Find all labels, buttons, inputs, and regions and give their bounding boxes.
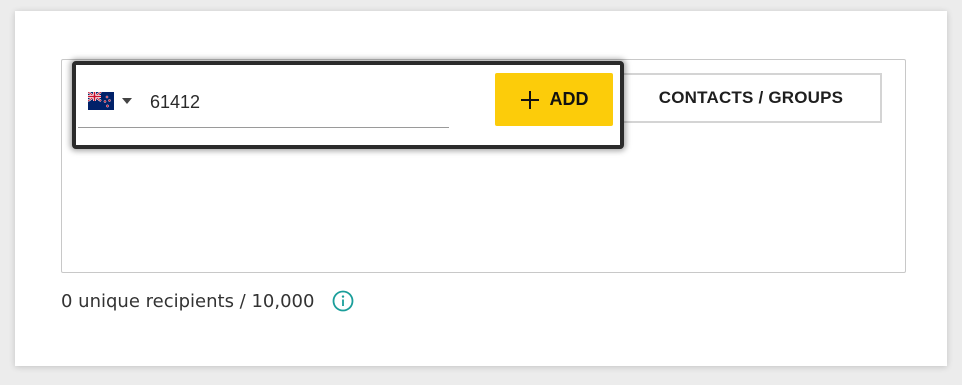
add-button[interactable]: ADD xyxy=(495,73,613,126)
recipient-count-text: 0 unique recipients / 10,000 xyxy=(61,290,315,312)
contacts-groups-button[interactable]: CONTACTS / GROUPS xyxy=(620,73,882,123)
phone-input-underline xyxy=(78,127,449,128)
chevron-down-icon xyxy=(122,98,132,104)
new-zealand-flag-icon xyxy=(88,92,114,110)
recipient-counter: 0 unique recipients / 10,000 xyxy=(61,290,354,312)
info-circle-icon[interactable] xyxy=(332,290,354,312)
country-code-select[interactable] xyxy=(88,92,132,110)
add-button-label: ADD xyxy=(549,89,589,109)
plus-icon xyxy=(520,90,539,109)
contacts-groups-label: CONTACTS / GROUPS xyxy=(658,88,844,107)
phone-number-input[interactable] xyxy=(150,88,448,116)
